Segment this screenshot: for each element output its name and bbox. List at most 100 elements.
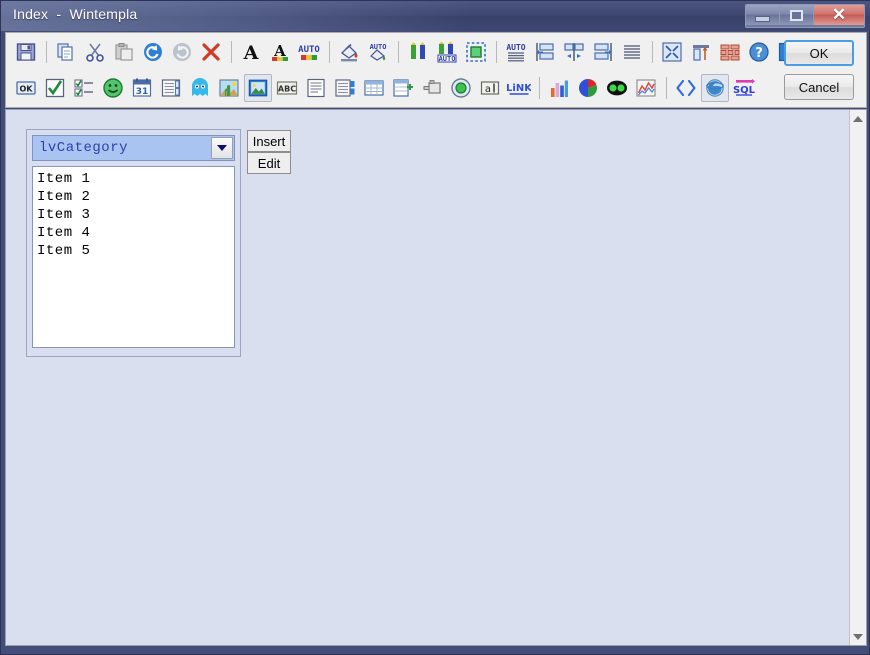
close-icon: ✕ [831, 5, 847, 24]
list-item[interactable]: Item 1 [37, 170, 234, 188]
toolbar: A A AUTO AUTO AUTO AUTO ? OK 31 ABC a Li… [5, 32, 867, 108]
goggles-icon[interactable] [603, 74, 631, 102]
minimize-icon [755, 16, 770, 22]
category-combobox[interactable]: lvCategory [32, 135, 235, 161]
selection-box-icon[interactable] [462, 38, 490, 66]
auto-size-icon[interactable]: AUTO [502, 38, 530, 66]
svg-text:ABC: ABC [278, 85, 296, 94]
svg-text:SQL: SQL [733, 85, 756, 96]
toolbar-separator [329, 41, 330, 63]
justify-icon[interactable] [618, 38, 646, 66]
scroll-down-button[interactable] [850, 628, 866, 645]
help-icon[interactable]: ? [745, 38, 773, 66]
svg-text:LiNK: LiNK [507, 83, 531, 94]
checkbox-icon[interactable] [41, 74, 69, 102]
spinner-list-icon[interactable] [157, 74, 185, 102]
undo-icon[interactable] [139, 38, 167, 66]
title-bar[interactable]: Index - Wintempla ✕ [1, 1, 870, 31]
save-icon[interactable] [12, 38, 40, 66]
bar-chart-icon[interactable] [545, 74, 573, 102]
toolbar-separator [398, 41, 399, 63]
align-right-icon[interactable] [589, 38, 617, 66]
window-controls: ✕ [745, 4, 865, 28]
border-pencil-icon[interactable] [404, 38, 432, 66]
toolbar-row-2: OK 31 ABC a LiNK SQL [6, 70, 759, 106]
maximize-icon [790, 9, 803, 21]
listview-spin-icon[interactable] [331, 74, 359, 102]
svg-text:?: ? [755, 46, 763, 61]
svg-text:AUTO: AUTO [370, 43, 387, 51]
link-icon[interactable]: LiNK [505, 74, 533, 102]
delete-icon[interactable] [197, 38, 225, 66]
fill-color-icon[interactable] [335, 38, 363, 66]
toolbar-separator [496, 41, 497, 63]
auto-font-color-icon[interactable]: AUTO [295, 38, 323, 66]
list-item[interactable]: Item 5 [37, 242, 234, 260]
maximize-button[interactable] [780, 5, 814, 25]
chevron-down-icon[interactable] [211, 137, 233, 159]
insert-button[interactable]: Insert [247, 130, 291, 152]
svg-text:AUTO: AUTO [439, 55, 456, 63]
window-title: Index - Wintempla [13, 6, 138, 22]
cancel-button[interactable]: Cancel [784, 74, 854, 100]
ok-button[interactable]: OK [784, 40, 854, 66]
smiley-icon[interactable] [99, 74, 127, 102]
ghost-icon[interactable] [186, 74, 214, 102]
toolbar-separator [46, 41, 47, 63]
scroll-up-button[interactable] [850, 110, 866, 127]
copy-icon[interactable] [52, 38, 80, 66]
application-window: Index - Wintempla ✕ A A AUTO AUTO AUTO A… [0, 0, 870, 655]
triangle-up-icon [853, 115, 863, 122]
image-cactus-icon[interactable] [215, 74, 243, 102]
close-button[interactable]: ✕ [814, 5, 864, 25]
svg-text:AUTO: AUTO [506, 43, 525, 52]
text-block-icon[interactable] [302, 74, 330, 102]
tool-icon[interactable] [418, 74, 446, 102]
toolbar-row-1: A A AUTO AUTO AUTO AUTO ? [6, 34, 803, 70]
calendar-icon[interactable]: 31 [128, 74, 156, 102]
code-brackets-icon[interactable] [672, 74, 700, 102]
radio-green-icon[interactable] [447, 74, 475, 102]
picture-box-icon[interactable] [244, 74, 272, 102]
list-item[interactable]: Item 4 [37, 224, 234, 242]
tree-add-icon[interactable] [389, 74, 417, 102]
svg-text:31: 31 [136, 87, 149, 97]
toolbar-separator [539, 77, 540, 99]
design-canvas[interactable]: lvCategory Item 1 Item 2 Item 3 Item 4 I… [5, 109, 867, 646]
svg-text:OK: OK [20, 85, 34, 94]
vertical-scrollbar[interactable] [849, 110, 866, 645]
abc-label-icon[interactable]: ABC [273, 74, 301, 102]
paste-icon[interactable] [110, 38, 138, 66]
svg-text:A: A [243, 42, 259, 63]
pie-chart-icon[interactable] [574, 74, 602, 102]
resize-icon[interactable] [658, 38, 686, 66]
svg-text:AUTO: AUTO [298, 45, 320, 55]
edit-button[interactable]: Edit [247, 152, 291, 174]
redo-icon[interactable] [168, 38, 196, 66]
font-color-icon[interactable]: A [266, 38, 294, 66]
svg-text:a: a [485, 84, 491, 95]
align-center-icon[interactable] [560, 38, 588, 66]
toolbar-separator [652, 41, 653, 63]
textbox-a-icon[interactable]: a [476, 74, 504, 102]
list-item[interactable]: Item 3 [37, 206, 234, 224]
checked-listbox-icon[interactable] [70, 74, 98, 102]
category-combobox-value: lvCategory [39, 140, 129, 156]
toolbar-separator [231, 41, 232, 63]
sql-icon[interactable]: SQL [730, 74, 758, 102]
auto-fill-color-icon[interactable]: AUTO [364, 38, 392, 66]
list-item[interactable]: Item 2 [37, 188, 234, 206]
category-listbox[interactable]: Item 1 Item 2 Item 3 Item 4 Item 5 [32, 166, 235, 348]
auto-border-pencil-icon[interactable]: AUTO [433, 38, 461, 66]
grid-layout-icon[interactable] [716, 38, 744, 66]
table-grid-icon[interactable] [360, 74, 388, 102]
font-icon[interactable]: A [237, 38, 265, 66]
cut-icon[interactable] [81, 38, 109, 66]
browser-e-icon[interactable] [701, 74, 729, 102]
line-chart-icon[interactable] [632, 74, 660, 102]
dock-top-icon[interactable] [687, 38, 715, 66]
category-panel: lvCategory Item 1 Item 2 Item 3 Item 4 I… [26, 129, 241, 357]
button-ok-icon[interactable]: OK [12, 74, 40, 102]
minimize-button[interactable] [746, 5, 780, 25]
align-left-icon[interactable] [531, 38, 559, 66]
